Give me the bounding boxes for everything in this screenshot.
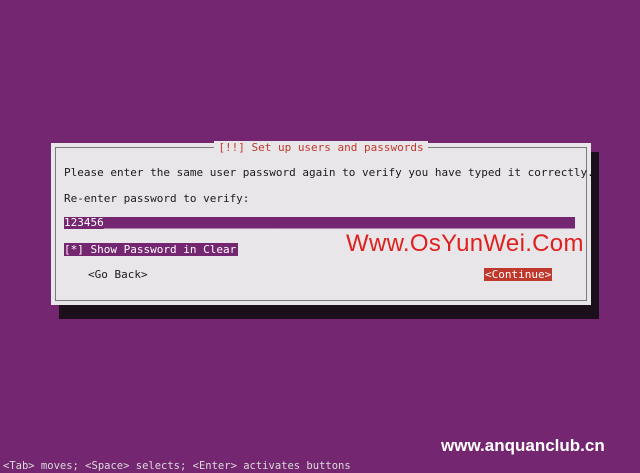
dialog-title-wrap: [!!] Set up users and passwords [56, 141, 586, 161]
reenter-label: Re-enter password to verify: [64, 192, 250, 205]
go-back-button[interactable]: <Go Back> [88, 268, 148, 282]
input-underscores: ________________________________________… [103, 217, 575, 229]
installer-screen: [!!] Set up users and passwords Please e… [0, 0, 640, 473]
users-passwords-dialog: [!!] Set up users and passwords Please e… [51, 141, 594, 305]
continue-button[interactable]: <Continue> [484, 268, 553, 281]
password-verify-input[interactable]: 123456__________________________________… [64, 217, 575, 229]
verify-instruction: Please enter the same user password agai… [64, 166, 594, 179]
password-value: 123456 [64, 217, 104, 229]
watermark-anquanclub: www.anquanclub.cn [441, 436, 605, 455]
dialog-title: [!!] Set up users and passwords [214, 141, 428, 154]
watermark-osyunwei: Www.OsYunWei.Com [346, 230, 584, 257]
show-password-checkbox[interactable]: [*] Show Password in Clear [64, 243, 239, 256]
keyboard-hint-bar: <Tab> moves; <Space> selects; <Enter> ac… [3, 460, 351, 472]
